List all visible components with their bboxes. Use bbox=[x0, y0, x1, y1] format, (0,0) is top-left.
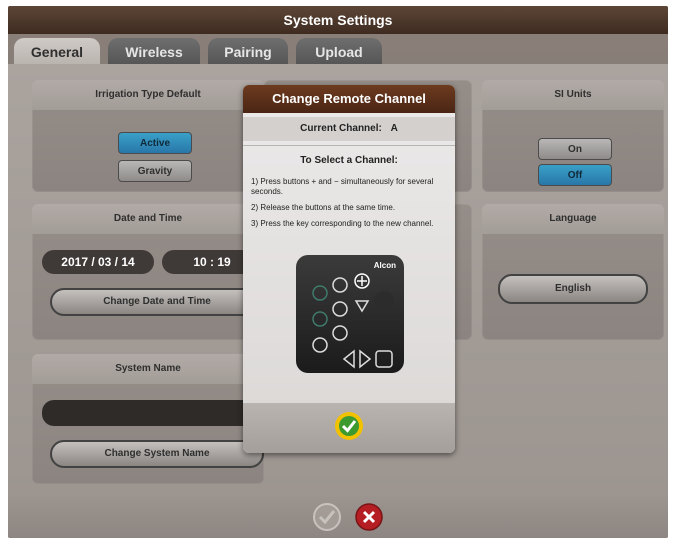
language-panel-title: Language bbox=[482, 204, 664, 234]
system-name-panel: System Name Change System Name bbox=[32, 354, 266, 484]
date-time-panel: Date and Time 2017 / 03 / 14 10 : 19 Cha… bbox=[32, 204, 264, 340]
tab-pairing[interactable]: Pairing bbox=[208, 38, 288, 66]
si-units-on-button[interactable]: On bbox=[538, 138, 612, 160]
instruction-step-2: 2) Release the buttons at the same time. bbox=[251, 203, 396, 212]
change-system-name-button[interactable]: Change System Name bbox=[50, 440, 264, 468]
current-channel-value: A bbox=[390, 123, 398, 134]
current-channel-label: Current Channel: bbox=[300, 123, 382, 134]
irrigation-panel-title: Irrigation Type Default bbox=[32, 80, 264, 110]
remote-control-image: Alcon bbox=[296, 255, 404, 373]
x-circle-icon[interactable] bbox=[354, 502, 384, 537]
check-icon[interactable] bbox=[312, 502, 342, 537]
language-panel: Language English bbox=[482, 204, 664, 340]
irrigation-active-button[interactable]: Active bbox=[118, 132, 192, 154]
dialog-divider bbox=[243, 145, 455, 146]
tab-upload[interactable]: Upload bbox=[296, 38, 382, 66]
tab-wireless[interactable]: Wireless bbox=[108, 38, 200, 66]
si-units-panel: SI Units On Off bbox=[482, 80, 664, 192]
system-name-panel-title: System Name bbox=[32, 354, 264, 384]
footer-bar bbox=[8, 496, 668, 538]
si-units-panel-title: SI Units bbox=[482, 80, 664, 110]
system-name-field[interactable] bbox=[42, 400, 266, 426]
irrigation-panel: Irrigation Type Default Active Gravity bbox=[32, 80, 264, 192]
tab-general[interactable]: General bbox=[14, 38, 100, 66]
language-select-button[interactable]: English bbox=[498, 274, 648, 304]
instructions-heading: To Select a Channel: bbox=[300, 155, 398, 166]
date-display: 2017 / 03 / 14 bbox=[42, 250, 154, 274]
change-date-time-button[interactable]: Change Date and Time bbox=[50, 288, 264, 316]
instruction-step-3: 3) Press the key corresponding to the ne… bbox=[251, 219, 434, 228]
dialog-title: Change Remote Channel bbox=[243, 85, 455, 113]
instruction-step-1: 1) Press buttons + and − simultaneously … bbox=[251, 177, 434, 196]
remote-buttons bbox=[312, 273, 394, 369]
window-title: System Settings bbox=[8, 6, 668, 34]
date-time-panel-title: Date and Time bbox=[32, 204, 264, 234]
current-channel-row: Current Channel: A bbox=[243, 117, 455, 141]
dialog-footer bbox=[243, 403, 455, 453]
check-circle-icon[interactable] bbox=[334, 411, 364, 446]
change-remote-channel-dialog: Change Remote Channel Current Channel: A… bbox=[243, 85, 455, 453]
tab-bar: General Wireless Pairing Upload bbox=[14, 38, 668, 66]
si-units-off-button[interactable]: Off bbox=[538, 164, 612, 186]
irrigation-gravity-button[interactable]: Gravity bbox=[118, 160, 192, 182]
